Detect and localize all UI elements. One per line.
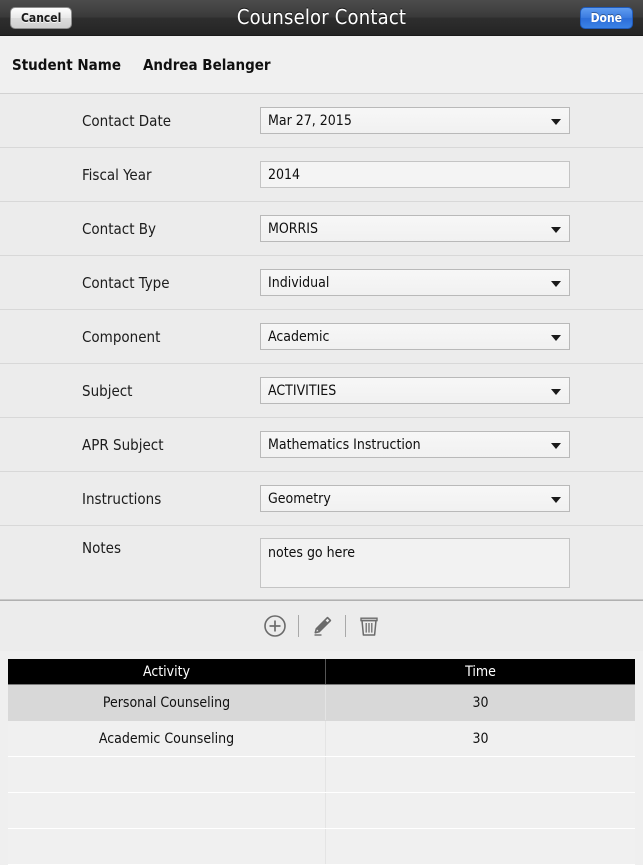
form-row-contact-type: Contact Type Individual — [0, 256, 643, 310]
contact-type-select[interactable]: Individual — [260, 269, 570, 296]
student-name-value: Andrea Belanger — [142, 55, 271, 74]
table-row-empty — [8, 792, 635, 829]
activity-table: Activity Time Personal Counseling 30 Aca… — [8, 659, 635, 865]
subject-select[interactable]: ACTIVITIES — [260, 377, 570, 404]
instructions-select[interactable]: Geometry — [260, 485, 570, 512]
chevron-down-icon — [551, 442, 561, 449]
contact-by-value: MORRIS — [268, 220, 318, 237]
subject-select-wrap: ACTIVITIES — [260, 377, 570, 404]
notes-textarea[interactable]: notes go here — [260, 538, 570, 588]
cell-empty — [8, 756, 326, 793]
cell-time: 30 — [325, 720, 635, 757]
chevron-down-icon — [551, 118, 561, 125]
edit-icon — [310, 614, 334, 638]
component-select[interactable]: Academic — [260, 323, 570, 350]
table-row[interactable]: Personal Counseling 30 — [8, 684, 635, 721]
table-row[interactable]: Academic Counseling 30 — [8, 720, 635, 757]
form-row-contact-by: Contact By MORRIS — [0, 202, 643, 256]
apr-subject-select[interactable]: Mathematics Instruction — [260, 431, 570, 458]
contact-by-select-wrap: MORRIS — [260, 215, 570, 242]
contact-date-label: Contact Date — [82, 111, 172, 130]
form-row-contact-date: Contact Date Mar 27, 2015 — [0, 94, 643, 148]
contact-date-value: Mar 27, 2015 — [268, 112, 352, 129]
student-name-header: Student Name Andrea Belanger — [0, 36, 643, 94]
delete-activity-button[interactable] — [346, 609, 392, 643]
table-row-empty — [8, 756, 635, 793]
cell-activity: Academic Counseling — [8, 720, 326, 757]
contact-type-select-wrap: Individual — [260, 269, 570, 296]
chevron-down-icon — [551, 280, 561, 287]
done-button[interactable]: Done — [579, 7, 633, 29]
column-header-time[interactable]: Time — [325, 659, 635, 685]
contact-type-value: Individual — [268, 274, 330, 291]
contact-type-label: Contact Type — [82, 273, 170, 292]
component-select-wrap: Academic — [260, 323, 570, 350]
activity-table-container: Activity Time Personal Counseling 30 Aca… — [8, 659, 635, 865]
subject-label: Subject — [82, 381, 133, 400]
component-value: Academic — [268, 328, 330, 345]
form-row-fiscal-year: Fiscal Year 2014 — [0, 148, 643, 202]
apr-subject-value: Mathematics Instruction — [268, 436, 421, 453]
fiscal-year-input[interactable]: 2014 — [260, 161, 570, 188]
cell-empty — [325, 792, 635, 829]
activity-table-body: Personal Counseling 30 Academic Counseli… — [8, 684, 635, 865]
contact-by-label: Contact By — [82, 219, 157, 238]
chevron-down-icon — [551, 496, 561, 503]
instructions-label: Instructions — [82, 489, 162, 508]
cell-time: 30 — [325, 684, 635, 721]
add-activity-button[interactable] — [252, 609, 298, 643]
page-title: Counselor Contact — [236, 5, 407, 29]
component-label: Component — [82, 327, 161, 346]
cell-empty — [325, 828, 635, 865]
contact-form: Contact Date Mar 27, 2015 Fiscal Year 20… — [0, 94, 643, 600]
navigation-bar: Cancel Counselor Contact Done — [0, 0, 643, 36]
cell-empty — [8, 792, 326, 829]
form-row-notes: Notes notes go here — [0, 526, 643, 600]
table-header-row: Activity Time — [8, 659, 635, 685]
contact-by-select[interactable]: MORRIS — [260, 215, 570, 242]
cell-activity: Personal Counseling — [8, 684, 326, 721]
fiscal-year-label: Fiscal Year — [82, 165, 152, 184]
form-row-apr-subject: APR Subject Mathematics Instruction — [0, 418, 643, 472]
notes-label: Notes — [82, 539, 121, 557]
chevron-down-icon — [551, 226, 561, 233]
fiscal-year-value: 2014 — [268, 166, 301, 183]
instructions-value: Geometry — [268, 490, 331, 507]
trash-icon — [357, 614, 381, 638]
chevron-down-icon — [551, 388, 561, 395]
form-row-subject: Subject ACTIVITIES — [0, 364, 643, 418]
apr-subject-label: APR Subject — [82, 435, 164, 454]
cell-empty — [8, 828, 326, 865]
chevron-down-icon — [551, 334, 561, 341]
student-name-label: Student Name — [12, 55, 121, 74]
column-header-activity[interactable]: Activity — [8, 659, 326, 685]
form-row-component: Component Academic — [0, 310, 643, 364]
contact-date-select[interactable]: Mar 27, 2015 — [260, 107, 570, 134]
form-row-instructions: Instructions Geometry — [0, 472, 643, 526]
fiscal-year-input-wrap: 2014 — [260, 161, 570, 188]
activity-table-head: Activity Time — [8, 659, 635, 685]
table-row-empty — [8, 828, 635, 865]
cell-empty — [325, 756, 635, 793]
contact-date-select-wrap: Mar 27, 2015 — [260, 107, 570, 134]
subject-value: ACTIVITIES — [268, 382, 337, 399]
activity-toolbar — [0, 600, 643, 651]
instructions-select-wrap: Geometry — [260, 485, 570, 512]
edit-activity-button[interactable] — [299, 609, 345, 643]
apr-subject-select-wrap: Mathematics Instruction — [260, 431, 570, 458]
add-icon — [263, 614, 287, 638]
